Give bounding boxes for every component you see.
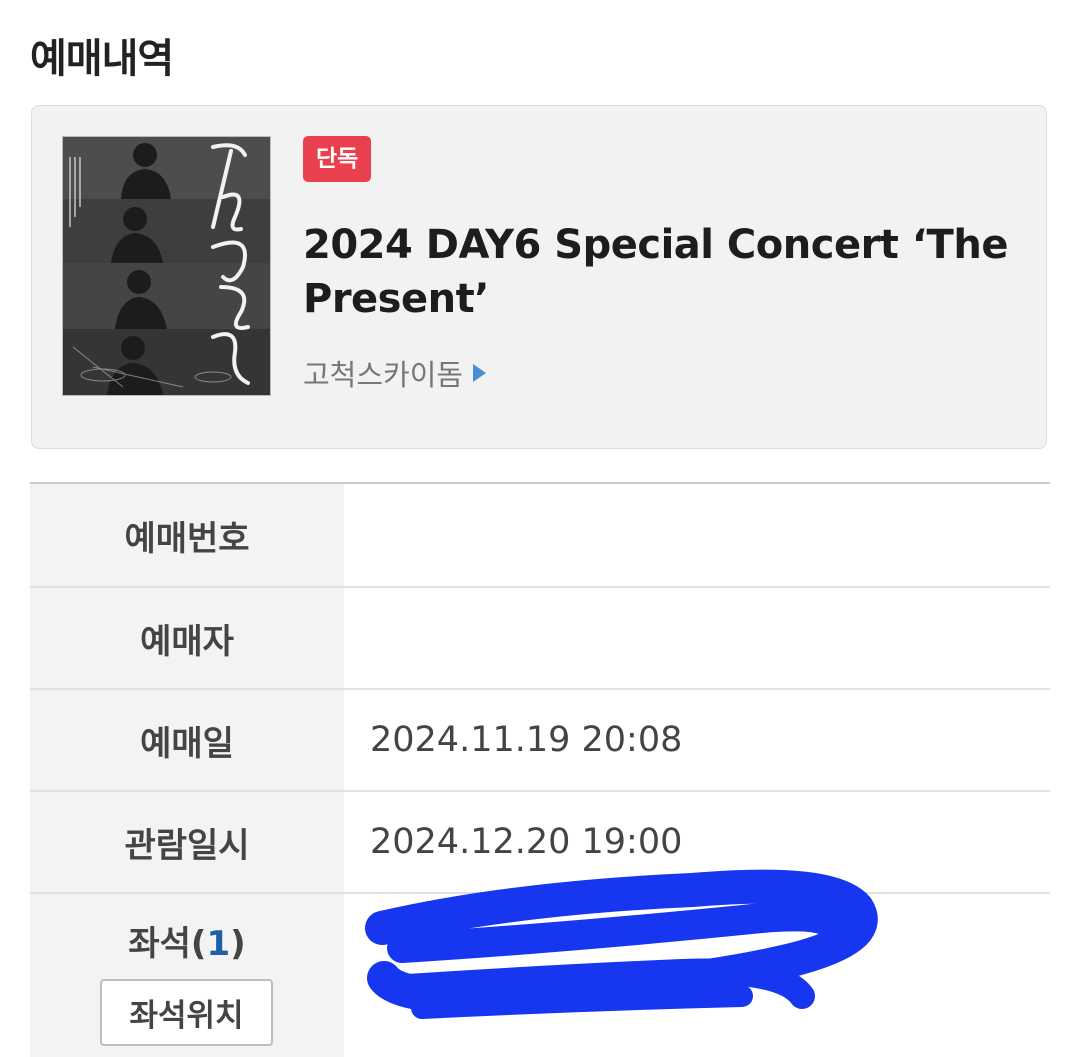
detail-row-booking-date: 예매일 2024.11.19 20:08: [30, 690, 1050, 792]
detail-label: 관람일시: [30, 792, 344, 892]
venue-link[interactable]: 고척스카이돔: [303, 352, 487, 394]
seat-label-cell: 좌석(1) 좌석위치: [30, 894, 344, 1057]
event-title[interactable]: 2024 DAY6 Special Concert ‘The Present’: [303, 218, 1033, 326]
detail-row-booking-number: 예매번호: [30, 484, 1050, 588]
redaction-scribble: [365, 869, 878, 1019]
venue-name: 고척스카이돔: [303, 358, 464, 392]
seat-label-text: 좌석: [128, 924, 191, 964]
event-card[interactable]: 단독 2024 DAY6 Special Concert ‘The Presen…: [31, 105, 1047, 449]
seat-count-open: (: [190, 924, 207, 964]
detail-label: 예매일: [30, 690, 344, 790]
poster-artwork: [63, 137, 270, 395]
detail-row-booker: 예매자: [30, 588, 1050, 690]
triangle-right-icon: [473, 364, 487, 382]
detail-value: 2024.11.19 20:08: [370, 720, 683, 760]
seat-label: 좌석(1): [30, 916, 344, 965]
seat-location-button[interactable]: 좌석위치: [100, 979, 273, 1046]
page-title: 예매내역: [30, 36, 174, 82]
detail-label: 예매자: [30, 588, 344, 688]
seat-count-close: ): [230, 924, 246, 964]
detail-label: 예매번호: [30, 484, 344, 586]
exclusive-badge: 단독: [303, 136, 372, 182]
event-poster-image[interactable]: [62, 136, 271, 396]
seat-count: 1: [206, 924, 231, 964]
